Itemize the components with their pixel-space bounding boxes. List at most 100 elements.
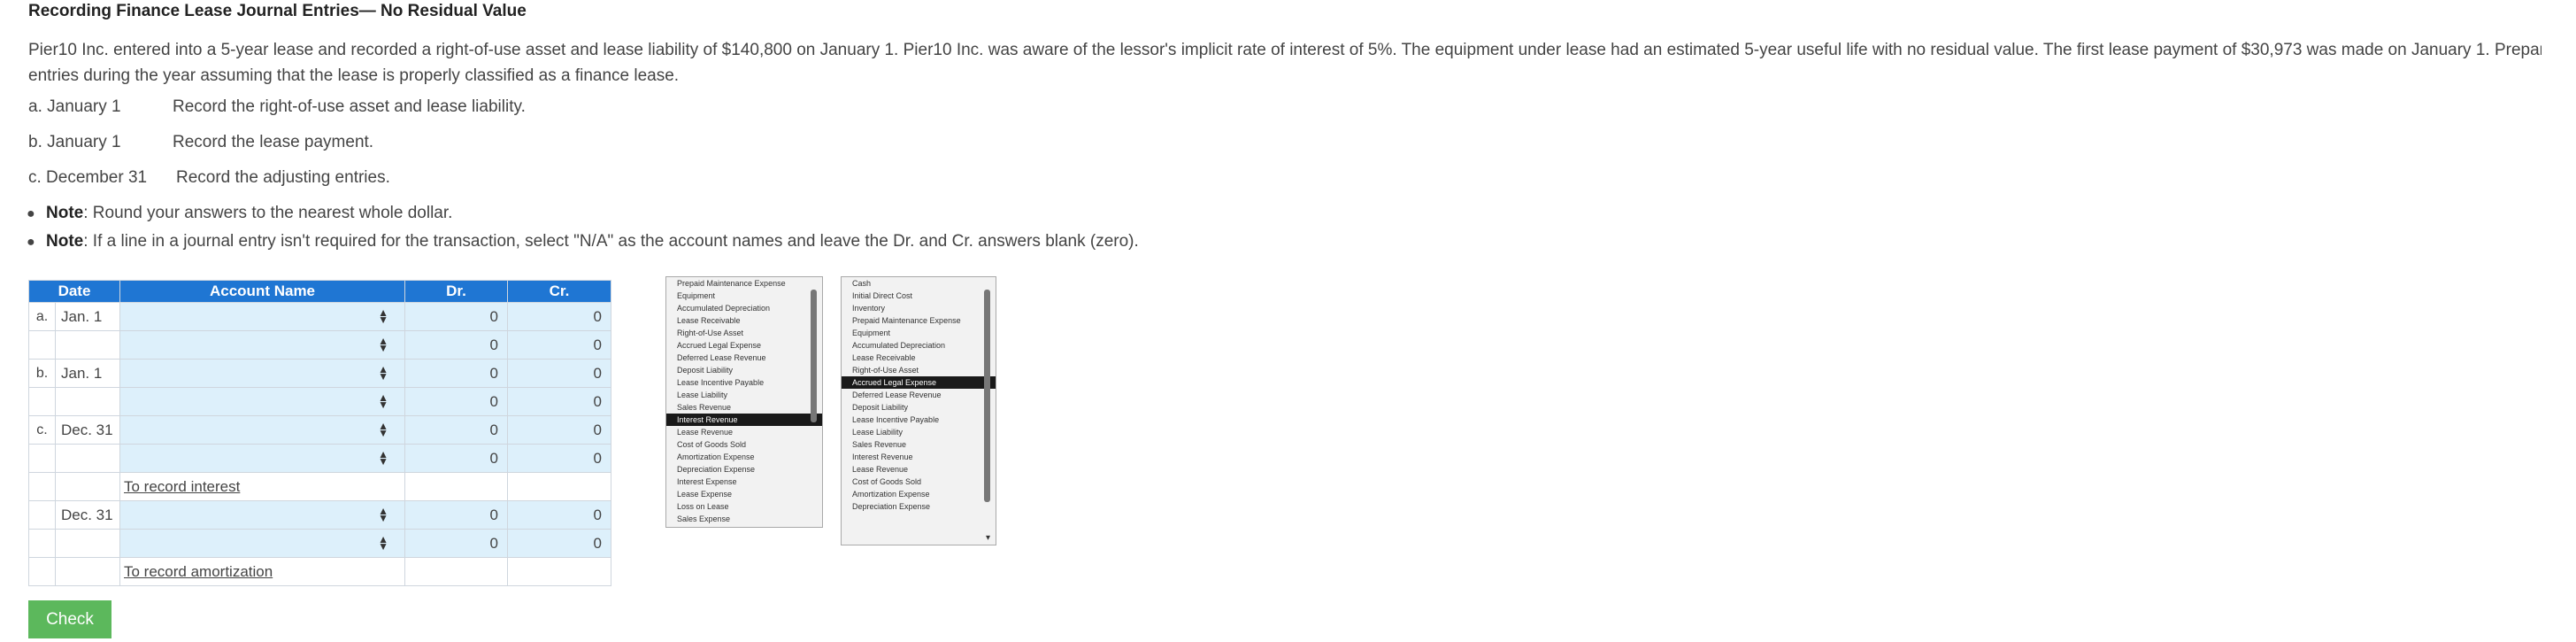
note-text: : Round your answers to the nearest whol… bbox=[83, 204, 453, 222]
dropdown-option[interactable]: Lease Incentive Payable bbox=[842, 414, 996, 426]
scrollbar[interactable] bbox=[811, 290, 817, 422]
note-text: : If a line in a journal entry isn't req… bbox=[83, 232, 1139, 251]
dr-input[interactable]: 0 bbox=[404, 387, 508, 416]
entry-letter bbox=[28, 444, 56, 473]
account-select[interactable]: ▲ ▼ bbox=[119, 359, 405, 388]
dropdown-option[interactable]: Lease Revenue bbox=[842, 463, 996, 476]
dropdown-option[interactable]: Equipment bbox=[666, 290, 822, 302]
table-row-memo: To record amortization bbox=[28, 557, 611, 586]
dropdown-option[interactable]: Prepaid Maintenance Expense bbox=[842, 314, 996, 327]
dropdown-option[interactable]: Cost of Goods Sold bbox=[842, 476, 996, 488]
dropdown-option[interactable]: Loss on Lease bbox=[666, 500, 822, 513]
account-select[interactable]: ▲ ▼ bbox=[119, 387, 405, 416]
dropdown-option[interactable]: Accrued Legal Expense bbox=[666, 339, 822, 352]
dropdown-option[interactable]: Lease Incentive Payable bbox=[666, 376, 822, 389]
date-cell bbox=[55, 387, 120, 416]
column-header-account: Account Name bbox=[119, 280, 405, 303]
cr-input[interactable]: 0 bbox=[507, 330, 611, 360]
cr-input[interactable]: 0 bbox=[507, 444, 611, 473]
dropdown-option[interactable]: Equipment bbox=[842, 327, 996, 339]
dr-input[interactable]: 0 bbox=[404, 359, 508, 388]
dr-input[interactable]: 0 bbox=[404, 302, 508, 331]
column-header-dr: Dr. bbox=[404, 280, 508, 303]
cr-input[interactable]: 0 bbox=[507, 302, 611, 331]
dropdown-option[interactable]: Accumulated Depreciation bbox=[842, 339, 996, 352]
dr-input[interactable]: 0 bbox=[404, 529, 508, 558]
date-cell bbox=[55, 444, 120, 473]
page-title: Recording Finance Lease Journal Entries—… bbox=[28, 2, 527, 20]
dropdown-option[interactable]: Deferred Lease Revenue bbox=[842, 389, 996, 401]
dropdown-option[interactable]: Accrued Legal Expense bbox=[842, 376, 996, 389]
dropdown-option[interactable]: Prepaid Maintenance Expense bbox=[666, 277, 822, 290]
cr-input[interactable]: 0 bbox=[507, 359, 611, 388]
scrollbar[interactable] bbox=[984, 290, 990, 502]
dropdown-option[interactable]: Sales Revenue bbox=[842, 438, 996, 451]
cr-input[interactable]: 0 bbox=[507, 387, 611, 416]
select-arrows-icon: ▲ ▼ bbox=[378, 420, 388, 439]
dropdown-option[interactable]: Cash bbox=[842, 277, 996, 290]
entry-letter bbox=[28, 500, 56, 530]
dropdown-option[interactable]: Lease Receivable bbox=[842, 352, 996, 364]
dropdown-option[interactable]: Interest Expense bbox=[666, 476, 822, 488]
dropdown-option[interactable]: Deferred Lease Revenue bbox=[666, 352, 822, 364]
dropdown-option[interactable]: Right-of-Use Asset bbox=[666, 327, 822, 339]
table-row: ▲ ▼ 0 0 bbox=[28, 444, 611, 473]
journal-entry-table: Date Account Name Dr. Cr. a. Jan. 1 ▲ ▼ 0… bbox=[28, 280, 611, 586]
select-arrows-icon: ▲ ▼ bbox=[378, 335, 388, 354]
account-select[interactable]: ▲ ▼ bbox=[119, 529, 405, 558]
dropdown-option[interactable]: Deposit Liability bbox=[842, 401, 996, 414]
account-select[interactable]: ▲ ▼ bbox=[119, 500, 405, 530]
table-row: a. Jan. 1 ▲ ▼ 0 0 bbox=[28, 302, 611, 331]
dropdown-option[interactable]: Lease Expense bbox=[666, 488, 822, 500]
dropdown-option[interactable]: Right-of-Use Asset bbox=[842, 364, 996, 376]
dr-input[interactable]: 0 bbox=[404, 415, 508, 445]
cr-input[interactable]: 0 bbox=[507, 415, 611, 445]
dropdown-option[interactable]: Deposit Liability bbox=[666, 364, 822, 376]
dropdown-option[interactable]: Sales Expense bbox=[666, 513, 822, 525]
account-dropdown-list-1[interactable]: Prepaid Maintenance Expense Equipment Accu… bbox=[665, 276, 823, 528]
dropdown-option[interactable]: Lease Liability bbox=[666, 389, 822, 401]
account-select[interactable]: ▲ ▼ bbox=[119, 330, 405, 360]
step-a: a. January 1 Record the right-of-use asse… bbox=[28, 97, 526, 117]
account-select[interactable]: ▲ ▼ bbox=[119, 302, 405, 331]
dropdown-option[interactable]: Cost of Goods Sold bbox=[666, 438, 822, 451]
dropdown-option[interactable]: Inventory bbox=[842, 302, 996, 314]
dropdown-option[interactable]: Interest Revenue bbox=[666, 414, 822, 426]
table-row: c. Dec. 31 ▲ ▼ 0 0 bbox=[28, 415, 611, 445]
dropdown-option[interactable]: Accumulated Depreciation bbox=[666, 302, 822, 314]
chevron-down-icon: ▾ bbox=[985, 533, 990, 543]
table-row: ▲ ▼ 0 0 bbox=[28, 330, 611, 360]
cr-input[interactable]: 0 bbox=[507, 500, 611, 530]
dropdown-option[interactable]: Amortization Expense bbox=[666, 451, 822, 463]
dropdown-option[interactable]: Amortization Expense bbox=[842, 488, 996, 500]
dr-input[interactable]: 0 bbox=[404, 444, 508, 473]
bullet-icon: ● bbox=[27, 235, 35, 250]
dropdown-option[interactable]: Initial Direct Cost bbox=[842, 290, 996, 302]
dr-input[interactable]: 0 bbox=[404, 330, 508, 360]
account-dropdown-list-2[interactable]: Cash Initial Direct Cost Inventory Prepaid … bbox=[841, 276, 996, 545]
problem-description: Pier10 Inc. entered into a 5-year lease … bbox=[28, 37, 2541, 89]
check-button[interactable]: Check bbox=[28, 600, 111, 638]
dropdown-option[interactable]: Sales Revenue bbox=[666, 401, 822, 414]
empty-cell bbox=[55, 472, 120, 501]
account-select[interactable]: ▲ ▼ bbox=[119, 444, 405, 473]
cr-input[interactable]: 0 bbox=[507, 529, 611, 558]
dr-input[interactable]: 0 bbox=[404, 500, 508, 530]
dropdown-option[interactable]: Lease Revenue bbox=[666, 426, 822, 438]
dropdown-option[interactable]: Lease Liability bbox=[842, 426, 996, 438]
dropdown-option[interactable]: Depreciation Expense bbox=[666, 463, 822, 476]
note-rounding: ● Note: Round your answers to the nearest… bbox=[27, 204, 452, 223]
empty-cell bbox=[507, 472, 611, 501]
dropdown-option[interactable]: Depreciation Expense bbox=[842, 500, 996, 513]
dropdown-option[interactable]: Interest Revenue bbox=[842, 451, 996, 463]
entry-letter: a. bbox=[28, 302, 56, 331]
step-text: Record the lease payment. bbox=[173, 133, 374, 151]
dropdown-option[interactable]: Lease Receivable bbox=[666, 314, 822, 327]
entry-letter bbox=[28, 529, 56, 558]
empty-cell bbox=[28, 557, 56, 586]
account-select[interactable]: ▲ ▼ bbox=[119, 415, 405, 445]
step-label: c. December 31 bbox=[28, 168, 148, 187]
entry-letter: b. bbox=[28, 359, 56, 388]
empty-cell bbox=[28, 472, 56, 501]
date-cell: Dec. 31 bbox=[55, 415, 120, 445]
